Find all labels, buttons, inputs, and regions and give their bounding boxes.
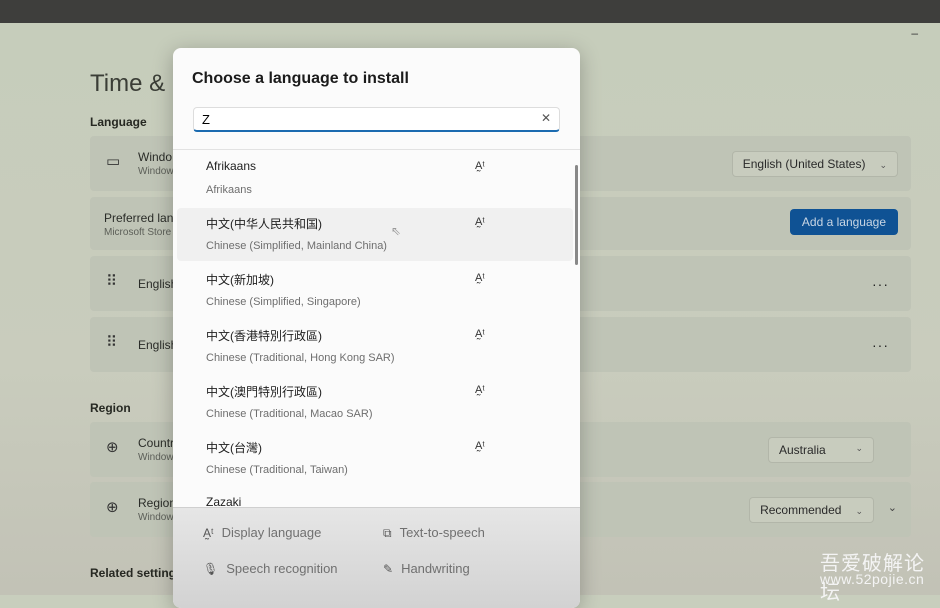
feature-legend: A̰ᵗ Display language ⧉ Text-to-speech 🎙︎ Sp… xyxy=(173,507,580,608)
item-name: 中文(香港特別行政區) xyxy=(206,329,322,343)
display-language-icon: A̰ᵗ xyxy=(475,160,485,172)
expand-chevron-icon[interactable]: ⌄ xyxy=(888,501,897,514)
item-desc: Chinese (Traditional, Hong Kong SAR) xyxy=(206,352,395,364)
dropdown-value: Recommended xyxy=(760,503,842,517)
region-format-icon: ⊕ xyxy=(106,499,119,516)
region-section-label: Region xyxy=(90,401,131,415)
list-item[interactable]: Zazaki xyxy=(177,488,573,507)
card-subtitle: Microsoft Store xyxy=(104,227,172,238)
display-language-icon: A̰ᵗ xyxy=(475,384,485,396)
text-to-speech-icon: ⧉ xyxy=(383,526,392,540)
globe-icon: ⊕ xyxy=(106,439,119,456)
display-language-dropdown[interactable]: English (United States) ⌄ xyxy=(731,151,898,177)
feature-handwriting: ✎ Handwriting xyxy=(383,561,470,576)
display-language-icon: A̰ᵗ xyxy=(203,526,214,540)
display-language-icon: A̰ᵗ xyxy=(475,440,485,452)
handwriting-icon: ✎ xyxy=(383,562,394,576)
chevron-down-icon: ⌄ xyxy=(879,160,887,170)
feature-display-language: A̰ᵗ Display language xyxy=(203,525,321,540)
add-language-button[interactable]: Add a language xyxy=(789,209,898,235)
item-name: Afrikaans xyxy=(206,159,257,173)
item-name: 中文(新加坡) xyxy=(206,273,274,287)
card-subtitle: Window xyxy=(138,512,174,523)
more-options-icon[interactable]: ··· xyxy=(872,276,889,292)
more-options-icon[interactable]: ··· xyxy=(872,337,889,353)
dropdown-value: English (United States) xyxy=(742,157,866,171)
item-desc: Chinese (Simplified, Singapore) xyxy=(206,296,361,308)
card-subtitle: Window xyxy=(138,452,174,463)
display-language-icon: A̰ᵗ xyxy=(475,328,485,340)
language-section-label: Language xyxy=(90,115,147,129)
watermark-url: www.52pojie.cn xyxy=(820,571,925,587)
item-name: 中文(台灣) xyxy=(206,441,262,455)
card-subtitle: Window xyxy=(138,166,174,177)
card-title: Windo xyxy=(138,150,173,164)
feature-label: Display language xyxy=(221,525,322,540)
laptop-icon: ▭ xyxy=(106,153,121,170)
language-list: Afrikaans Afrikaans A̰ᵗ 中文(中华人民共和国) Chinese… xyxy=(173,151,580,507)
feature-speech-recognition: 🎙︎ Speech recognition xyxy=(203,561,338,576)
choose-language-dialog: Choose a language to install ✕ Afrikaans… xyxy=(173,48,580,608)
related-settings-label: Related settings xyxy=(90,566,183,580)
feature-text-to-speech: ⧉ Text-to-speech xyxy=(383,525,485,541)
mouse-cursor-icon: ⇖ xyxy=(391,224,402,238)
card-title: Countr xyxy=(138,436,175,450)
page-title: Time & l xyxy=(90,70,178,97)
chevron-down-icon: ⌄ xyxy=(855,443,863,453)
chevron-down-icon: ⌄ xyxy=(855,506,863,516)
display-language-icon: A̰ᵗ xyxy=(475,216,485,228)
minimize-icon[interactable]: – xyxy=(911,26,918,40)
card-title: Region xyxy=(138,496,177,510)
title-bar xyxy=(0,0,940,23)
feature-label: Text-to-speech xyxy=(399,525,485,540)
language-name: English xyxy=(138,277,178,291)
dialog-title: Choose a language to install xyxy=(192,70,409,87)
clear-icon[interactable]: ✕ xyxy=(541,111,551,125)
item-name: Zazaki xyxy=(206,495,242,507)
language-name: English xyxy=(138,338,178,352)
scrollbar[interactable] xyxy=(575,165,578,265)
feature-label: Handwriting xyxy=(401,561,470,576)
item-desc: Chinese (Traditional, Macao SAR) xyxy=(206,408,373,420)
list-item[interactable]: Afrikaans Afrikaans A̰ᵗ xyxy=(177,152,573,205)
item-name: 中文(中华人民共和国) xyxy=(206,217,322,231)
feature-label: Speech recognition xyxy=(226,561,338,576)
list-item[interactable]: 中文(台灣) Chinese (Traditional, Taiwan) A̰ᵗ xyxy=(177,432,573,485)
list-item[interactable]: 中文(香港特別行政區) Chinese (Traditional, Hong Ko… xyxy=(177,320,573,373)
list-item[interactable]: 中文(中华人民共和国) Chinese (Simplified, Mainland… xyxy=(177,208,573,261)
language-search-input[interactable] xyxy=(193,107,560,132)
card-title: Preferred lang xyxy=(104,211,181,225)
drag-handle-icon[interactable]: ⠿ xyxy=(106,333,117,351)
dropdown-value: Australia xyxy=(779,443,826,457)
display-language-icon: A̰ᵗ xyxy=(475,272,485,284)
item-desc: Chinese (Traditional, Taiwan) xyxy=(206,464,348,476)
regional-format-dropdown[interactable]: Recommended ⌄ xyxy=(749,497,874,523)
item-desc: Afrikaans xyxy=(206,184,252,196)
list-item[interactable]: 中文(澳門特別行政區) Chinese (Traditional, Macao S… xyxy=(177,376,573,429)
country-dropdown[interactable]: Australia ⌄ xyxy=(768,437,874,463)
drag-handle-icon[interactable]: ⠿ xyxy=(106,272,117,290)
list-item[interactable]: 中文(新加坡) Chinese (Simplified, Singapore) A̰… xyxy=(177,264,573,317)
item-desc: Chinese (Simplified, Mainland China) xyxy=(206,240,387,252)
divider xyxy=(173,149,580,150)
microphone-icon: 🎙︎ xyxy=(203,562,219,576)
item-name: 中文(澳門特別行政區) xyxy=(206,385,322,399)
